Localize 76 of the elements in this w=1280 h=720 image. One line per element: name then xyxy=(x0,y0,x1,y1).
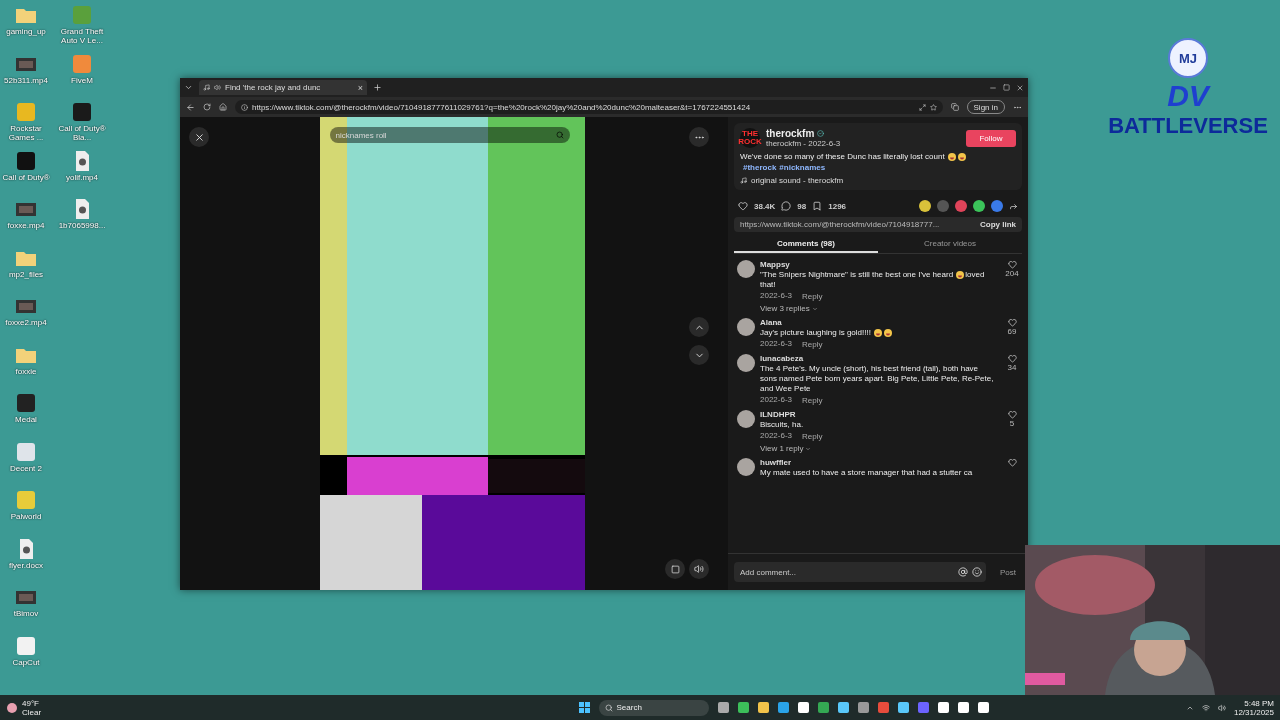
search-field[interactable]: Search xyxy=(598,699,709,716)
address-bar[interactable]: https://www.tiktok.com/@therockfm/video/7104918777611029761?q=the%20rock%20jay%20and%20dunc%20malteaser&t=1767224551424 xyxy=(235,100,943,114)
icon-label: mp2_files xyxy=(8,269,44,279)
search-field[interactable]: nicknames roll xyxy=(329,127,570,143)
icon-label: Call of Duty® xyxy=(2,172,50,182)
comment-date: 2022-6-3 xyxy=(760,291,793,301)
tab-close-button[interactable]: × xyxy=(357,82,363,93)
view-replies-link[interactable]: View 3 replies xyxy=(760,304,997,313)
follow-button[interactable]: Follow xyxy=(966,129,1016,147)
comment-box[interactable]: Add comment... xyxy=(734,562,986,582)
panel-tab[interactable]: Comments (98) xyxy=(734,236,878,253)
comment-field[interactable]: Add comment... xyxy=(738,566,954,578)
hashtag-link[interactable]: #therock xyxy=(743,163,777,172)
hashtag-link[interactable]: #nicknames xyxy=(779,163,826,172)
save-count: 1296 xyxy=(828,201,847,211)
comment-date: 2022-6-3 xyxy=(760,431,793,441)
icon-label: CapCut xyxy=(12,657,40,667)
tab-title: Find 'the rock jay and dunc xyxy=(225,83,322,92)
copy-link-button[interactable]: Copy link xyxy=(980,220,1016,229)
reply-link[interactable]: Reply xyxy=(802,431,823,441)
logo-mark: DV xyxy=(1167,80,1209,112)
comment-date: 2022-6-3 xyxy=(760,339,793,349)
comment-user[interactable]: ILNDHPR xyxy=(760,410,997,419)
icon-label: foxxe.mp4 xyxy=(7,221,45,230)
comment-text: Jay's picture laughing is gold!!!! xyxy=(760,328,997,338)
reply-link[interactable]: Reply xyxy=(802,339,823,349)
url-text: https://www.tiktok.com/@therockfm/video/7104918777611029761?q=the%20rock%20jay%20and%20dunc%20malteaser&t=1767224551424 xyxy=(252,102,751,112)
icon-label: FiveM xyxy=(71,75,93,85)
comment-like-count: 34 xyxy=(1007,363,1017,372)
reply-link[interactable]: Reply xyxy=(802,395,823,405)
comment-like-count: 69 xyxy=(1007,327,1017,336)
author-avatar[interactable]: THE ROCK xyxy=(740,128,760,148)
comment-like-count: 204 xyxy=(1005,269,1019,278)
author-name[interactable]: therockfm xyxy=(766,128,815,139)
icon-label: Palworld xyxy=(10,512,42,521)
icon-label: 1b7065998... xyxy=(58,221,106,230)
panel-tab[interactable]: Creator videos xyxy=(878,236,1022,253)
like-count: 38.4K xyxy=(754,201,776,211)
comment-user[interactable]: Mappsy xyxy=(760,260,997,269)
browser-tab[interactable]: Find 'the rock jay and dunc × xyxy=(199,80,367,95)
search-label: Search xyxy=(616,703,642,712)
comment-user[interactable]: huwffler xyxy=(760,458,997,467)
sound-link[interactable]: original sound - therockfm xyxy=(751,176,844,185)
icon-label: foxxie xyxy=(15,366,37,376)
logo-text: BATTLEVERSE xyxy=(1108,114,1268,138)
weather-text: Clear xyxy=(22,707,42,717)
clock-date: 12/31/2025 xyxy=(1233,707,1274,717)
icon-label: Rockstar Games ... xyxy=(7,124,45,142)
icon-label: Call of Duty® Bla... xyxy=(57,124,107,142)
reply-link[interactable]: Reply xyxy=(802,291,823,301)
icon-label: yolif.mp4 xyxy=(66,172,98,182)
icon-label: flyer.docx xyxy=(9,560,43,570)
clock-time: 5:48 PM xyxy=(1244,698,1274,708)
icon-label: gaming_up xyxy=(6,27,46,36)
icon-label: Grand Theft Auto V Le... xyxy=(59,27,105,45)
comment-text: Biscuits, ha. xyxy=(760,420,805,430)
logo-badge: MJ xyxy=(1168,38,1208,78)
icon-label: foxxe2.mp4 xyxy=(5,318,47,327)
comment-count: 98 xyxy=(797,201,807,211)
post-button[interactable]: Post xyxy=(994,566,1022,578)
comment-text: My mate used to have a store manager that had a stutter ca xyxy=(760,468,974,478)
comment-date: 2022-6-3 xyxy=(760,395,793,405)
comment-user[interactable]: Alana xyxy=(760,318,997,327)
icon-label: Medal xyxy=(15,415,37,424)
icon-label: 52b311.mp4 xyxy=(4,75,48,85)
icon-label: Decent 2 xyxy=(10,463,42,473)
comment-text: The 4 Pete's. My uncle (short), his best friend (tall), both have sons named Pete born years apart. Big Pete, Little Pete, Re-Pete, and Wee Pete xyxy=(760,364,995,394)
comment-like-count: 5 xyxy=(1009,419,1015,428)
icon-label: tBimov xyxy=(13,609,39,618)
temperature: 49°F xyxy=(22,698,40,708)
post-caption: We've done so many of these Dunc has literally lost count #therock #nicknames xyxy=(740,151,1016,173)
comment-user[interactable]: lunacabeza xyxy=(760,354,997,363)
comment-text: "The Snipers Nightmare" is still the best one I've heard loved that! xyxy=(760,270,986,290)
view-replies-link[interactable]: View 1 reply xyxy=(760,444,997,453)
post-meta: therockfm - 2022-6-3 xyxy=(766,139,841,148)
search-placeholder: nicknames roll xyxy=(335,130,387,140)
